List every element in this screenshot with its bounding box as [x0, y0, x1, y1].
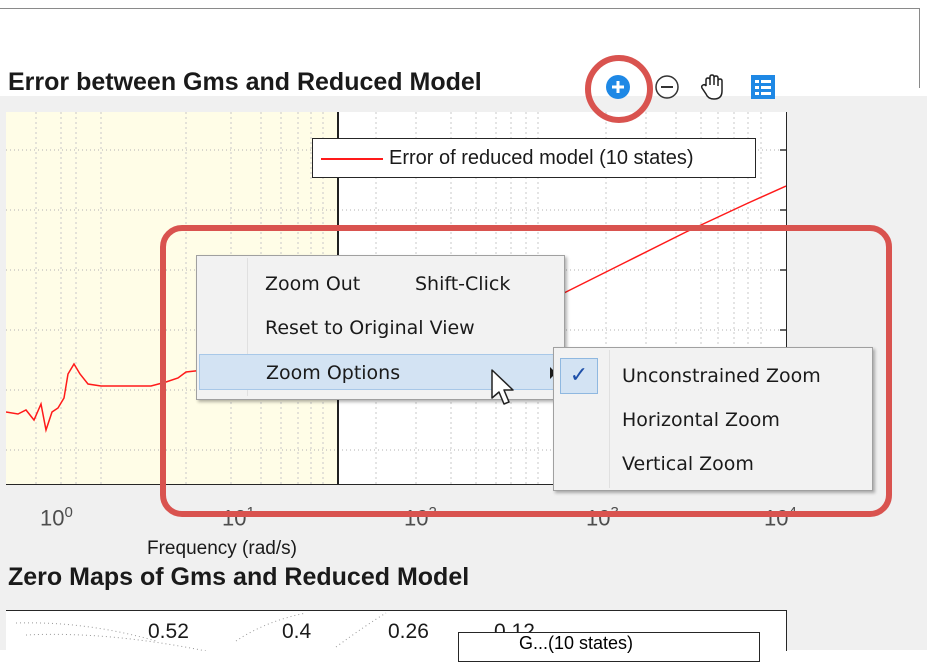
plot1-title: Error between Gms and Reduced Model [8, 68, 482, 96]
plot2-label-3: 0.26 [388, 620, 429, 643]
plot2-legend[interactable]: G...(10 states) [458, 632, 760, 662]
pan-button[interactable] [698, 72, 728, 102]
legend-button[interactable] [748, 72, 778, 102]
plot1-xlabel: Frequency (rad/s) [147, 538, 297, 559]
top-border [0, 8, 920, 9]
xtick-1: 100 [40, 504, 73, 531]
top-right-border [919, 8, 920, 88]
highlight-circle [585, 55, 653, 123]
pan-hand-icon [700, 74, 723, 100]
zoom-out-icon [655, 75, 679, 99]
legend-icon [751, 75, 775, 99]
legend-entry: Error of reduced model (10 states) [389, 147, 694, 169]
plot2-label-1: 0.52 [148, 620, 189, 643]
legend-line-sample [321, 158, 383, 160]
plot1-legend[interactable]: Error of reduced model (10 states) [312, 138, 756, 178]
highlight-rectangle [160, 225, 892, 517]
plot2-label-2: 0.4 [282, 620, 312, 643]
zoom-out-button[interactable] [652, 72, 682, 102]
plot2-title: Zero Maps of Gms and Reduced Model [8, 563, 470, 591]
